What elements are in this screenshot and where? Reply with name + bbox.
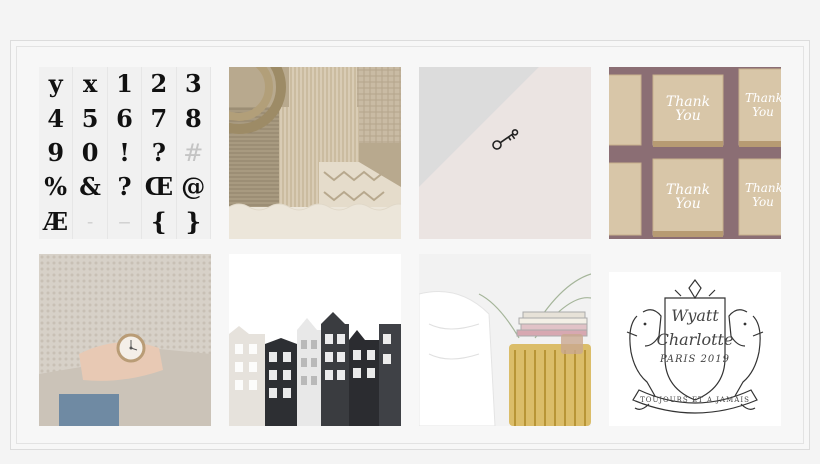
glyph-grid: y x 1 2 3 4 5 6 7 8 9 0 ! ? # % & ? Œ @ … [39, 67, 211, 239]
glyph: Œ [142, 170, 177, 205]
glyph: } [177, 204, 211, 239]
crest-motto: TOUJOURS ET A JAMAIS [640, 396, 750, 404]
glyph: % [39, 170, 74, 205]
glyph: 8 [177, 101, 211, 136]
glyph: Æ [39, 204, 74, 239]
glyph: 1 [108, 67, 143, 102]
thank-you-label: Thank You [665, 182, 711, 212]
bedside-table-image [419, 254, 591, 426]
typography-specimen-tile: y x 1 2 3 4 5 6 7 8 9 0 ! ? # % & ? Œ @ … [39, 67, 211, 239]
canal-houses-photo [229, 254, 401, 426]
glyph: 4 [39, 101, 74, 136]
glyph: 2 [142, 67, 177, 102]
sweater-watch-photo [39, 254, 211, 426]
sweater-watch-image [39, 254, 211, 426]
glyph: 6 [108, 101, 143, 136]
glyph: — [108, 204, 143, 239]
glyph: @ [177, 170, 211, 205]
key-card-image [419, 67, 591, 239]
crest-name-1: Wyatt [671, 306, 719, 325]
thank-you-label: Thank You [745, 181, 781, 209]
canal-houses-image [229, 254, 401, 426]
glyph: 7 [142, 101, 177, 136]
glyph: ? [108, 170, 143, 205]
glyph: ? [142, 135, 177, 171]
glyph: 0 [73, 135, 108, 171]
glyph: x [73, 67, 108, 102]
wedding-crest-illustration: Wyatt Charlotte PARIS 2019 TOUJOURS ET A… [609, 272, 781, 426]
thank-you-boxes-photo: Thank You Thank You Thank You Thank You [609, 67, 781, 239]
thank-you-label: Thank You [665, 94, 711, 124]
bedside-table-photo [419, 254, 591, 426]
glyph: ! [108, 135, 143, 171]
glyph: & [73, 170, 108, 205]
glyph: 9 [39, 135, 74, 171]
glyph: – [73, 204, 108, 239]
glyph: # [177, 135, 211, 171]
crest-place-date: PARIS 2019 [660, 354, 730, 365]
glyph: { [142, 204, 177, 239]
glyph: 5 [73, 101, 108, 136]
woven-textiles-image [229, 67, 401, 239]
glyph: y [39, 67, 74, 102]
woven-textiles-photo [229, 67, 401, 239]
thank-you-label: Thank You [745, 91, 781, 119]
crest-name-2: Charlotte [656, 330, 734, 349]
key-card-photo [419, 67, 591, 239]
glyph: 3 [177, 67, 211, 102]
